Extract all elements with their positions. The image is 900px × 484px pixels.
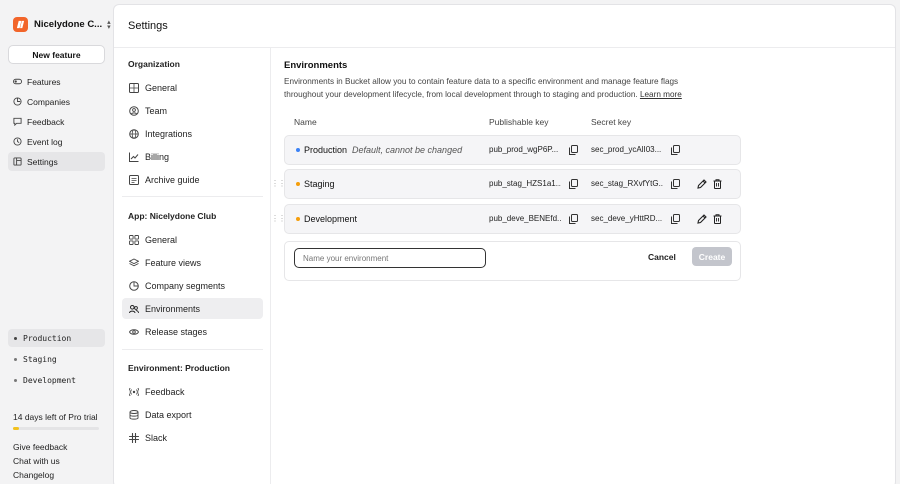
env-dot-icon bbox=[14, 336, 17, 340]
nav-label: Companies bbox=[27, 96, 70, 107]
trial-progress-fill bbox=[13, 427, 20, 430]
description-text: Environments in Bucket allow you to cont… bbox=[284, 77, 679, 99]
copy-icon[interactable] bbox=[569, 214, 578, 224]
companies-icon bbox=[13, 97, 22, 106]
env-name: Development bbox=[304, 214, 358, 224]
drag-handle-icon[interactable]: ⋮⋮ bbox=[271, 179, 286, 188]
copy-icon[interactable] bbox=[569, 145, 578, 155]
column-header-publishable-key: Publishable key bbox=[489, 117, 549, 127]
env-color-dot-icon bbox=[296, 148, 300, 152]
new-feature-button[interactable]: New feature bbox=[8, 45, 105, 64]
column-header-name: Name bbox=[294, 117, 317, 127]
environment-row-development[interactable]: Development pub_deve_BENEfd... sec_deve_… bbox=[284, 204, 741, 234]
secret-key: sec_stag_RXvfYtG... bbox=[591, 179, 663, 188]
settings-icon bbox=[13, 157, 22, 166]
environment-row-staging[interactable]: Staging pub_stag_HZS1a1... sec_stag_RXvf… bbox=[284, 169, 741, 199]
env-dot-icon bbox=[14, 357, 17, 361]
org-switcher[interactable]: Nicelydone C... ▴ ▾ bbox=[13, 17, 111, 32]
copy-icon[interactable] bbox=[569, 179, 578, 189]
column-header-secret-key: Secret key bbox=[591, 117, 632, 127]
chevron-updown-icon: ▴ ▾ bbox=[107, 18, 111, 31]
environments-description: Environments in Bucket allow you to cont… bbox=[284, 76, 684, 101]
publishable-key: pub_deve_BENEfd... bbox=[489, 214, 561, 223]
trash-icon[interactable] bbox=[713, 214, 722, 224]
secret-key: sec_deve_yHttRD... bbox=[591, 214, 663, 223]
edit-pencil-icon[interactable] bbox=[697, 214, 707, 224]
env-label: Staging bbox=[23, 354, 57, 364]
publishable-key: pub_stag_HZS1a1... bbox=[489, 179, 561, 188]
environment-name-input[interactable] bbox=[294, 248, 486, 268]
copy-icon[interactable] bbox=[671, 214, 680, 224]
learn-more-link[interactable]: Learn more bbox=[640, 90, 682, 99]
nav-item-feedback[interactable]: Feedback bbox=[8, 112, 105, 131]
app-sidebar: Nicelydone C... ▴ ▾ New feature Features … bbox=[0, 0, 113, 484]
secret-key: sec_prod_ycAlI03... bbox=[591, 145, 662, 154]
trash-icon[interactable] bbox=[713, 179, 722, 189]
env-switch-development[interactable]: Development bbox=[8, 371, 105, 389]
event-log-icon bbox=[13, 137, 22, 146]
new-environment-form: Cancel Create bbox=[284, 241, 741, 281]
env-label: Production bbox=[23, 333, 72, 343]
nav-label: Settings bbox=[27, 156, 58, 167]
publishable-key: pub_prod_wgP6P... bbox=[489, 145, 559, 154]
copy-icon[interactable] bbox=[671, 179, 680, 189]
env-dot-icon bbox=[14, 378, 17, 382]
trial-progress-bar bbox=[13, 427, 99, 430]
nav-label: Event log bbox=[27, 136, 63, 147]
bucket-logo-icon bbox=[13, 17, 28, 32]
copy-icon[interactable] bbox=[671, 145, 680, 155]
env-color-dot-icon bbox=[296, 217, 300, 221]
env-color-dot-icon bbox=[296, 182, 300, 186]
environment-row-production[interactable]: Production Default, cannot be changed pu… bbox=[284, 135, 741, 165]
nav-item-features[interactable]: Features bbox=[8, 72, 105, 91]
env-name: Staging bbox=[304, 179, 335, 189]
nav-item-companies[interactable]: Companies bbox=[8, 92, 105, 111]
env-switch-staging[interactable]: Staging bbox=[8, 350, 105, 368]
environments-title: Environments bbox=[284, 60, 348, 71]
toggle-icon bbox=[13, 78, 22, 85]
drag-handle-icon[interactable]: ⋮⋮ bbox=[271, 214, 286, 223]
environments-content: Environments Environments in Bucket allo… bbox=[113, 4, 896, 484]
org-name: Nicelydone C... bbox=[34, 19, 103, 30]
edit-pencil-icon[interactable] bbox=[697, 179, 707, 189]
trial-status: 14 days left of Pro trial bbox=[13, 412, 98, 422]
env-note: Default, cannot be changed bbox=[352, 145, 463, 155]
nav-item-settings[interactable]: Settings bbox=[8, 152, 105, 171]
env-label: Development bbox=[23, 375, 76, 385]
create-button[interactable]: Create bbox=[692, 247, 732, 266]
nav-label: Feedback bbox=[27, 116, 65, 127]
give-feedback-link[interactable]: Give feedback bbox=[13, 442, 67, 452]
env-name: Production bbox=[304, 145, 348, 155]
feedback-icon bbox=[13, 117, 22, 126]
chat-with-us-link[interactable]: Chat with us bbox=[13, 456, 60, 466]
nav-item-event-log[interactable]: Event log bbox=[8, 132, 105, 151]
changelog-link[interactable]: Changelog bbox=[13, 470, 54, 480]
nav-label: Features bbox=[27, 76, 61, 87]
env-switch-production[interactable]: Production bbox=[8, 329, 105, 347]
cancel-button[interactable]: Cancel bbox=[648, 252, 676, 262]
